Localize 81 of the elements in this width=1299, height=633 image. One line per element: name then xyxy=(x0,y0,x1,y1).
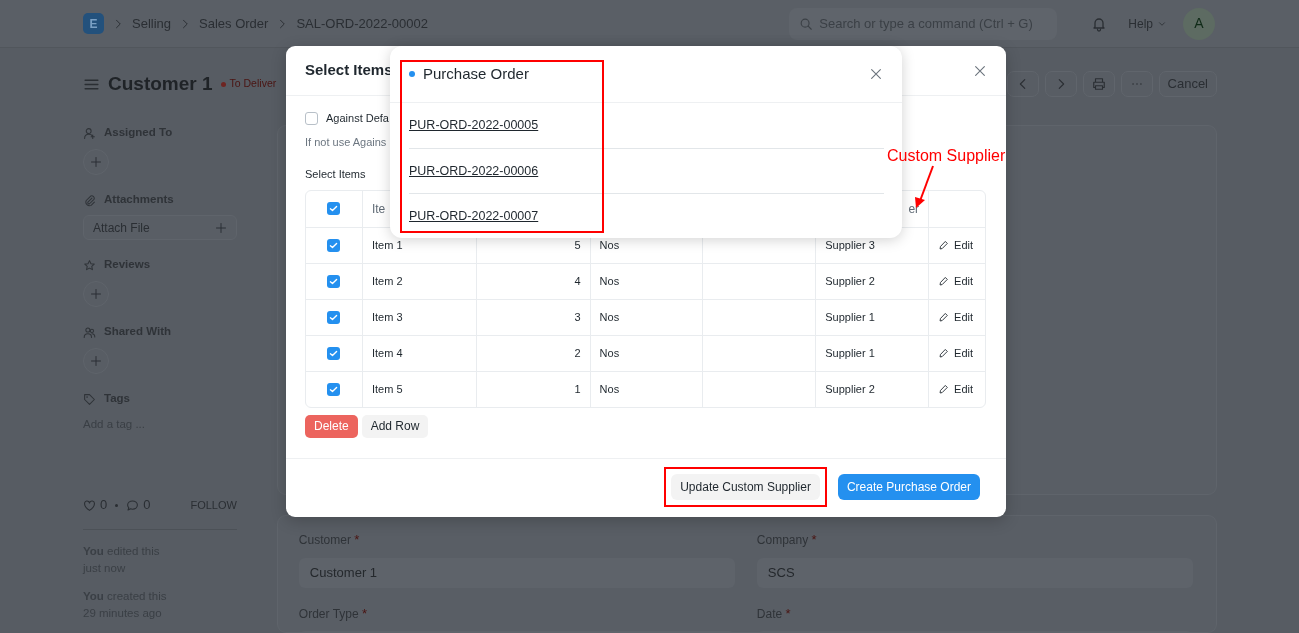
edit-button[interactable]: Edit xyxy=(938,272,974,290)
table-cell-text: Item 5 xyxy=(371,381,403,397)
table-cell-text: 1 xyxy=(574,381,581,397)
table-cell-text: Nos xyxy=(599,273,620,289)
page-title: Customer 1 xyxy=(108,71,213,96)
column-header: Ite xyxy=(371,200,386,218)
status-dot-icon xyxy=(220,81,226,87)
table-cell-text: Item 1 xyxy=(371,237,403,253)
plus-icon xyxy=(214,221,227,234)
edit-button[interactable]: Edit xyxy=(938,308,974,326)
table-cell-text: Supplier 1 xyxy=(825,309,875,325)
table-cell-text: Supplier 1 xyxy=(825,345,875,361)
row-checkbox[interactable] xyxy=(327,382,341,396)
edit-button[interactable]: Edit xyxy=(938,236,974,254)
table-cell-text: Nos xyxy=(599,381,620,397)
add-button[interactable] xyxy=(83,348,109,374)
more-button[interactable] xyxy=(1120,71,1153,97)
paperclip-icon xyxy=(83,193,96,207)
print-button[interactable] xyxy=(1082,71,1115,97)
row-checkbox[interactable] xyxy=(327,274,341,288)
pencil-icon xyxy=(938,347,950,359)
dot-icon xyxy=(409,71,415,77)
table-cell-text: Item 3 xyxy=(371,309,403,325)
annotation-label: Custom Supplier xyxy=(887,146,1006,166)
star-icon xyxy=(83,258,96,272)
edit-button[interactable]: Edit xyxy=(938,344,974,362)
table-cell-text: Item 2 xyxy=(371,273,403,289)
plus-icon xyxy=(90,355,102,367)
checkbox-label: Against Defa xyxy=(326,111,389,126)
select-all-checkbox[interactable] xyxy=(327,202,341,215)
user-plus-icon xyxy=(83,126,96,140)
previous-button[interactable] xyxy=(1006,71,1039,97)
help-text: If not use Agains xyxy=(305,134,388,150)
row-checkbox[interactable] xyxy=(327,310,341,324)
table-cell-text: Nos xyxy=(599,309,620,325)
table-cell-text: 5 xyxy=(574,237,581,253)
update-button[interactable]: Update Custom Supplier xyxy=(671,473,820,500)
pencil-icon xyxy=(938,275,950,287)
column-header: er xyxy=(908,200,920,218)
table-cell-text: 2 xyxy=(574,345,581,361)
pencil-icon xyxy=(938,239,950,251)
table-cell-text: Supplier 2 xyxy=(825,381,875,397)
table-cell-text: Nos xyxy=(599,345,620,361)
tag-icon xyxy=(83,392,96,406)
app-logo[interactable]: E xyxy=(83,13,104,34)
edit-button[interactable]: Edit xyxy=(938,380,974,398)
comment-icon[interactable] xyxy=(126,498,140,512)
heart-icon[interactable] xyxy=(83,498,96,512)
close-icon[interactable] xyxy=(973,63,987,78)
close-icon[interactable] xyxy=(869,67,883,81)
table-cell-text: Supplier 3 xyxy=(825,237,875,253)
table-cell-text: 3 xyxy=(574,309,581,325)
plus-icon xyxy=(90,288,102,300)
order-link[interactable]: PUR-ORD-2022-00006 xyxy=(409,161,539,181)
next-button[interactable] xyxy=(1044,71,1077,97)
delete-button[interactable]: Delete xyxy=(305,414,358,438)
pencil-icon xyxy=(938,311,950,323)
status-label: To Deliver xyxy=(229,76,277,92)
annotation-arrow xyxy=(915,165,934,208)
create-button[interactable]: Create Purchase Order xyxy=(837,473,980,500)
order-link[interactable]: PUR-ORD-2022-00005 xyxy=(409,116,539,135)
table-cell-text: Supplier 2 xyxy=(825,273,875,289)
checkbox[interactable] xyxy=(305,111,318,125)
user-avatar[interactable]: A xyxy=(1183,7,1215,40)
table-label: Select Items xyxy=(305,167,366,182)
table-cell-text: 4 xyxy=(574,273,581,289)
table-cell-text: Item 4 xyxy=(371,345,403,361)
add-row-button[interactable]: Add Row xyxy=(361,414,429,438)
input-field[interactable]: SCS xyxy=(756,557,1193,588)
add-button[interactable] xyxy=(83,281,109,307)
table-cell-text: Nos xyxy=(599,237,620,253)
order-link[interactable]: PUR-ORD-2022-00007 xyxy=(409,206,539,226)
input-field[interactable]: Customer 1 xyxy=(298,557,735,588)
add-button[interactable] xyxy=(83,149,109,175)
users-icon xyxy=(83,325,96,339)
row-checkbox[interactable] xyxy=(327,346,341,360)
row-checkbox[interactable] xyxy=(327,238,341,252)
pencil-icon xyxy=(938,383,950,395)
print-icon xyxy=(1091,77,1106,91)
popover-title: Purchase Order xyxy=(423,63,529,84)
plus-icon xyxy=(90,156,102,168)
